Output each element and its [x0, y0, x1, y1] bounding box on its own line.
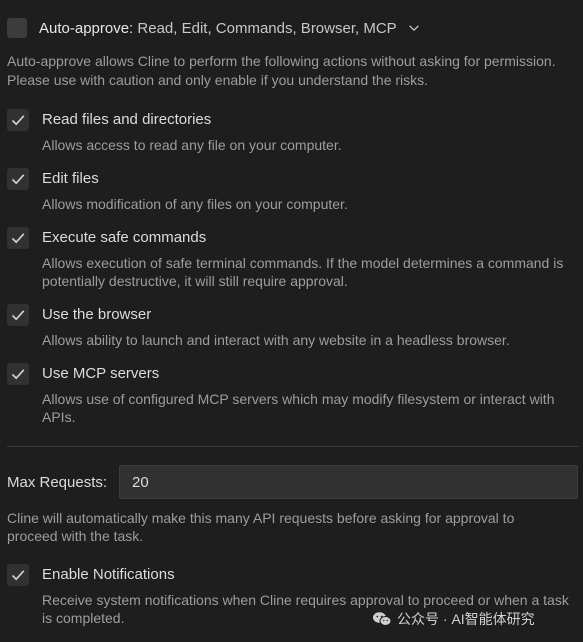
- auto-approve-description: Auto-approve allows Cline to perform the…: [7, 53, 556, 88]
- use-mcp-label: Use MCP servers: [42, 365, 160, 382]
- use-browser-description: Allows ability to launch and interact wi…: [42, 332, 510, 348]
- watermark: 公众号 · AI智能体研究: [372, 609, 535, 629]
- notifications-checkbox[interactable]: [7, 564, 29, 586]
- chevron-down-icon[interactable]: [407, 21, 421, 35]
- edit-files-label: Edit files: [42, 170, 99, 187]
- auto-approve-label: Auto-approve:: [39, 19, 134, 37]
- watermark-text: 公众号 · AI智能体研究: [397, 611, 535, 627]
- execute-commands-description: Allows execution of safe terminal comman…: [42, 255, 564, 289]
- check-icon: [11, 369, 25, 380]
- wechat-icon: [373, 612, 392, 626]
- section-divider: [7, 446, 579, 447]
- check-icon: [11, 174, 25, 185]
- auto-approve-title: Auto-approve: Read, Edit, Commands, Brow…: [39, 20, 397, 37]
- read-files-label: Read files and directories: [42, 111, 212, 128]
- use-mcp-description: Allows use of configured MCP servers whi…: [42, 391, 555, 425]
- max-requests-description: Cline will automatically make this many …: [7, 510, 515, 544]
- use-browser-label: Use the browser: [42, 306, 152, 323]
- use-browser-checkbox[interactable]: [7, 304, 29, 326]
- notifications-label: Enable Notifications: [42, 566, 175, 583]
- check-icon: [11, 570, 25, 581]
- auto-approve-master-checkbox[interactable]: [7, 18, 27, 38]
- execute-commands-label: Execute safe commands: [42, 229, 207, 246]
- auto-approve-summary: Read, Edit, Commands, Browser, MCP: [137, 19, 397, 37]
- edit-files-description: Allows modification of any files on your…: [42, 196, 348, 212]
- max-requests-input[interactable]: [119, 465, 578, 499]
- edit-files-checkbox[interactable]: [7, 168, 29, 190]
- check-icon: [11, 310, 25, 321]
- read-files-checkbox[interactable]: [7, 109, 29, 131]
- execute-commands-checkbox[interactable]: [7, 227, 29, 249]
- check-icon: [11, 115, 25, 126]
- auto-approve-header[interactable]: Auto-approve: Read, Edit, Commands, Brow…: [7, 17, 421, 39]
- use-mcp-checkbox[interactable]: [7, 363, 29, 385]
- check-icon: [11, 233, 25, 244]
- read-files-description: Allows access to read any file on your c…: [42, 137, 342, 153]
- max-requests-label: Max Requests:: [7, 474, 108, 491]
